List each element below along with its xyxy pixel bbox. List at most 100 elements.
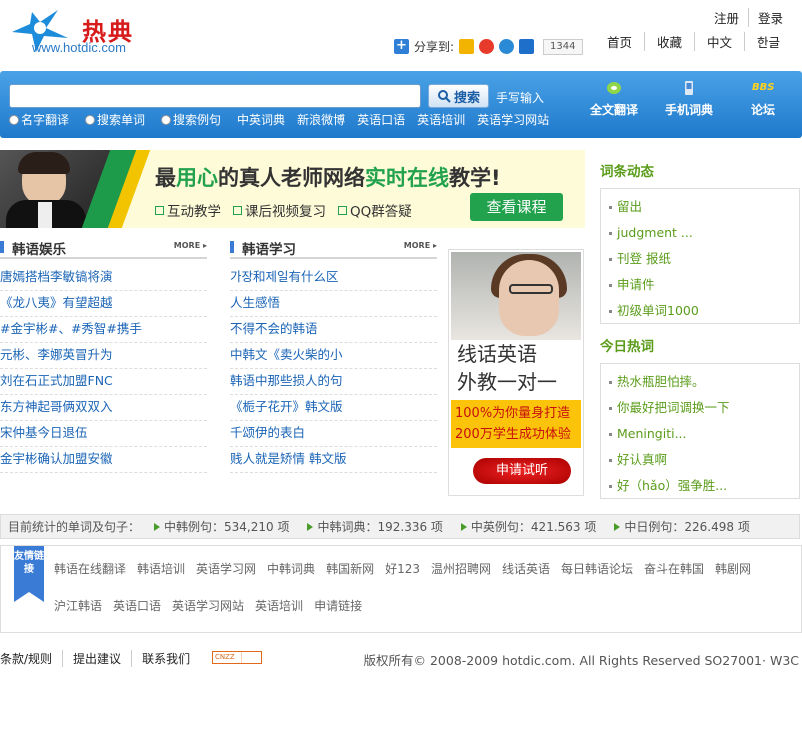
list-item[interactable]: 不得不会的韩语 [230, 317, 437, 343]
friend-link[interactable]: 韩语培训 [137, 560, 185, 577]
friend-link[interactable]: 线话英语 [502, 560, 550, 577]
tencent-weibo-icon[interactable] [499, 39, 515, 54]
register-link[interactable]: 注册 [705, 8, 748, 27]
stat-item: 中英例句：421.563 项 [460, 518, 596, 535]
nav-chinese[interactable]: 中文 [693, 32, 744, 51]
apply-trial-button[interactable]: 申请试听 [473, 458, 571, 484]
list-item[interactable]: #金宇彬#、#秀智#携手 [0, 317, 207, 343]
site-logo[interactable]: 热典 www.hotdic.com [10, 8, 145, 58]
stat-item: 中日例句：226.498 项 [614, 518, 750, 535]
share-label: 分享到: [414, 40, 455, 54]
friend-link[interactable]: 英语培训 [255, 597, 303, 614]
friend-link[interactable]: 韩国新网 [326, 560, 374, 577]
english-ad[interactable]: 线话英语 外教一对一 100%为你量身打造 200万学生成功体验 申请试听 [448, 249, 584, 496]
terms-link[interactable]: 条款/规则 [0, 650, 62, 667]
tool-forum[interactable]: BBS 论坛 [728, 79, 798, 118]
list-item[interactable]: 《龙八夷》有望超越 [0, 291, 207, 317]
friend-link[interactable]: 英语学习网站 [172, 597, 244, 614]
list-item[interactable]: 韩语中那些损人的句 [230, 369, 437, 395]
footer-links: 条款/规则 提出建议 联系我们 [0, 650, 200, 667]
option-search-sentence[interactable]: 搜索例句 [161, 111, 221, 128]
friend-link[interactable]: 好123 [385, 560, 420, 577]
friend-link[interactable]: 韩语在线翻译 [54, 560, 126, 577]
list-item[interactable]: 刊登 报纸 [609, 246, 799, 272]
list-item[interactable]: 《栀子花开》韩文版 [230, 395, 437, 421]
list-item[interactable]: 初级单词1000 [609, 298, 799, 324]
list-item[interactable]: 元彬、李娜英冒升为 [0, 343, 207, 369]
learning-list: 가장和제일有什么区 人生感悟 不得不会的韩语 中韩文《卖火柴的小 韩语中那些损人… [230, 265, 437, 473]
top-nav: 首页 收藏 中文 한글 [595, 32, 792, 51]
contact-link[interactable]: 联系我们 [131, 650, 200, 667]
nav-home[interactable]: 首页 [595, 32, 644, 51]
option-name-translate[interactable]: 名字翻译 [9, 111, 69, 128]
list-item[interactable]: 人生感悟 [230, 291, 437, 317]
weibo-icon[interactable] [479, 39, 495, 54]
list-item[interactable]: Meningiti... [609, 421, 799, 447]
friend-link[interactable]: 沪江韩语 [54, 597, 102, 614]
search-input[interactable] [9, 84, 421, 108]
feature-item: QQ群答疑 [338, 200, 412, 220]
friend-link[interactable]: 温州招聘网 [431, 560, 491, 577]
copyright-text: 版权所有© 2008-2009 hotdic.com. All Rights R… [363, 653, 800, 668]
more-link[interactable]: MORE ▸ [174, 241, 207, 250]
entertainment-list: 唐嫣搭档李敏镐将演 《龙八夷》有望超越 #金宇彬#、#秀智#携手 元彬、李娜英冒… [0, 265, 207, 473]
link-spoken-english[interactable]: 英语口语 [357, 111, 405, 128]
course-banner[interactable]: 最用心的真人老师网络实时在线教学! 互动教学 课后视频复习 QQ群答疑 查看课程 [0, 150, 585, 228]
friend-link[interactable]: 英语学习网 [196, 560, 256, 577]
arrow-icon [460, 522, 467, 531]
search-bar: 搜索 手写输入 名字翻译 搜索单词 搜索例句 中英词典 新浪微博 英语口语 英语… [0, 71, 802, 138]
radio-icon[interactable] [85, 114, 96, 125]
link-english-training[interactable]: 英语培训 [417, 111, 465, 128]
list-item[interactable]: 留出 [609, 194, 799, 220]
list-item[interactable]: 中韩文《卖火柴的小 [230, 343, 437, 369]
list-item[interactable]: 申请件 [609, 272, 799, 298]
qzone-icon[interactable] [459, 39, 475, 54]
link-sina-weibo[interactable]: 新浪微博 [297, 111, 345, 128]
nav-korean[interactable]: 한글 [743, 32, 792, 51]
login-link[interactable]: 登录 [747, 8, 792, 27]
translate-icon [607, 82, 621, 94]
hot-words-title: 今日热词 [600, 339, 654, 355]
list-item[interactable]: 宋仲基今日退伍 [0, 421, 207, 447]
list-item[interactable]: 刘在石正式加盟FNC [0, 369, 207, 395]
renren-icon[interactable] [519, 39, 535, 54]
link-english-sites[interactable]: 英语学习网站 [477, 111, 549, 128]
stats-bar: 目前统计的单词及句子： 中韩例句：534,210 项 中韩词典：192.336 … [0, 514, 800, 539]
dynamics-title: 词条动态 [600, 164, 654, 180]
more-link[interactable]: MORE ▸ [404, 241, 437, 250]
list-item[interactable]: 好认真啊 [609, 447, 799, 473]
feature-item: 课后视频复习 [233, 200, 326, 220]
friend-link[interactable]: 奋斗在韩国 [644, 560, 704, 577]
view-course-button[interactable]: 查看课程 [470, 193, 563, 221]
cnzz-badge[interactable]: CNZZ [212, 651, 262, 664]
list-item[interactable]: 唐嫣搭档李敏镐将演 [0, 265, 207, 291]
list-item[interactable]: 好（hǎo）强争胜... [609, 473, 799, 499]
friend-link[interactable]: 申请链接 [314, 597, 362, 614]
nav-favorite[interactable]: 收藏 [643, 32, 694, 51]
friend-link[interactable]: 每日韩语论坛 [561, 560, 633, 577]
share-plus-icon[interactable]: + [394, 39, 409, 54]
list-item[interactable]: 东方神起哥俩双双入 [0, 395, 207, 421]
list-item[interactable]: 가장和제일有什么区 [230, 265, 437, 291]
list-item[interactable]: 金宇彬确认加盟安徽 [0, 447, 207, 473]
suggestion-link[interactable]: 提出建议 [62, 650, 131, 667]
friend-link[interactable]: 韩剧网 [715, 560, 751, 577]
friend-link[interactable]: 英语口语 [113, 597, 161, 614]
search-button[interactable]: 搜索 [428, 84, 489, 108]
option-search-word[interactable]: 搜索单词 [85, 111, 145, 128]
friend-link[interactable]: 中韩词典 [267, 560, 315, 577]
radio-icon[interactable] [161, 114, 172, 125]
friend-links: 友情链接 韩语在线翻译 韩语培训 英语学习网 中韩词典 韩国新网 好123 温州… [0, 545, 802, 633]
tool-full-translate[interactable]: 全文翻译 [579, 79, 649, 118]
list-item[interactable]: 贱人就是矫情 韩文版 [230, 447, 437, 473]
radio-icon[interactable] [9, 114, 19, 125]
mobile-phone-icon [685, 81, 693, 95]
list-item[interactable]: 热水瓶胆怕摔。 [609, 369, 799, 395]
list-item[interactable]: 你最好把词调换一下 [609, 395, 799, 421]
banner-headline: 最用心的真人老师网络实时在线教学! [155, 166, 501, 190]
tool-mobile-dict[interactable]: 手机词典 [654, 79, 724, 118]
list-item[interactable]: 千颂伊的表白 [230, 421, 437, 447]
link-cn-en-dict[interactable]: 中英词典 [237, 111, 285, 128]
handwrite-input-link[interactable]: 手写输入 [496, 89, 544, 106]
list-item[interactable]: judgment ... [609, 220, 799, 246]
